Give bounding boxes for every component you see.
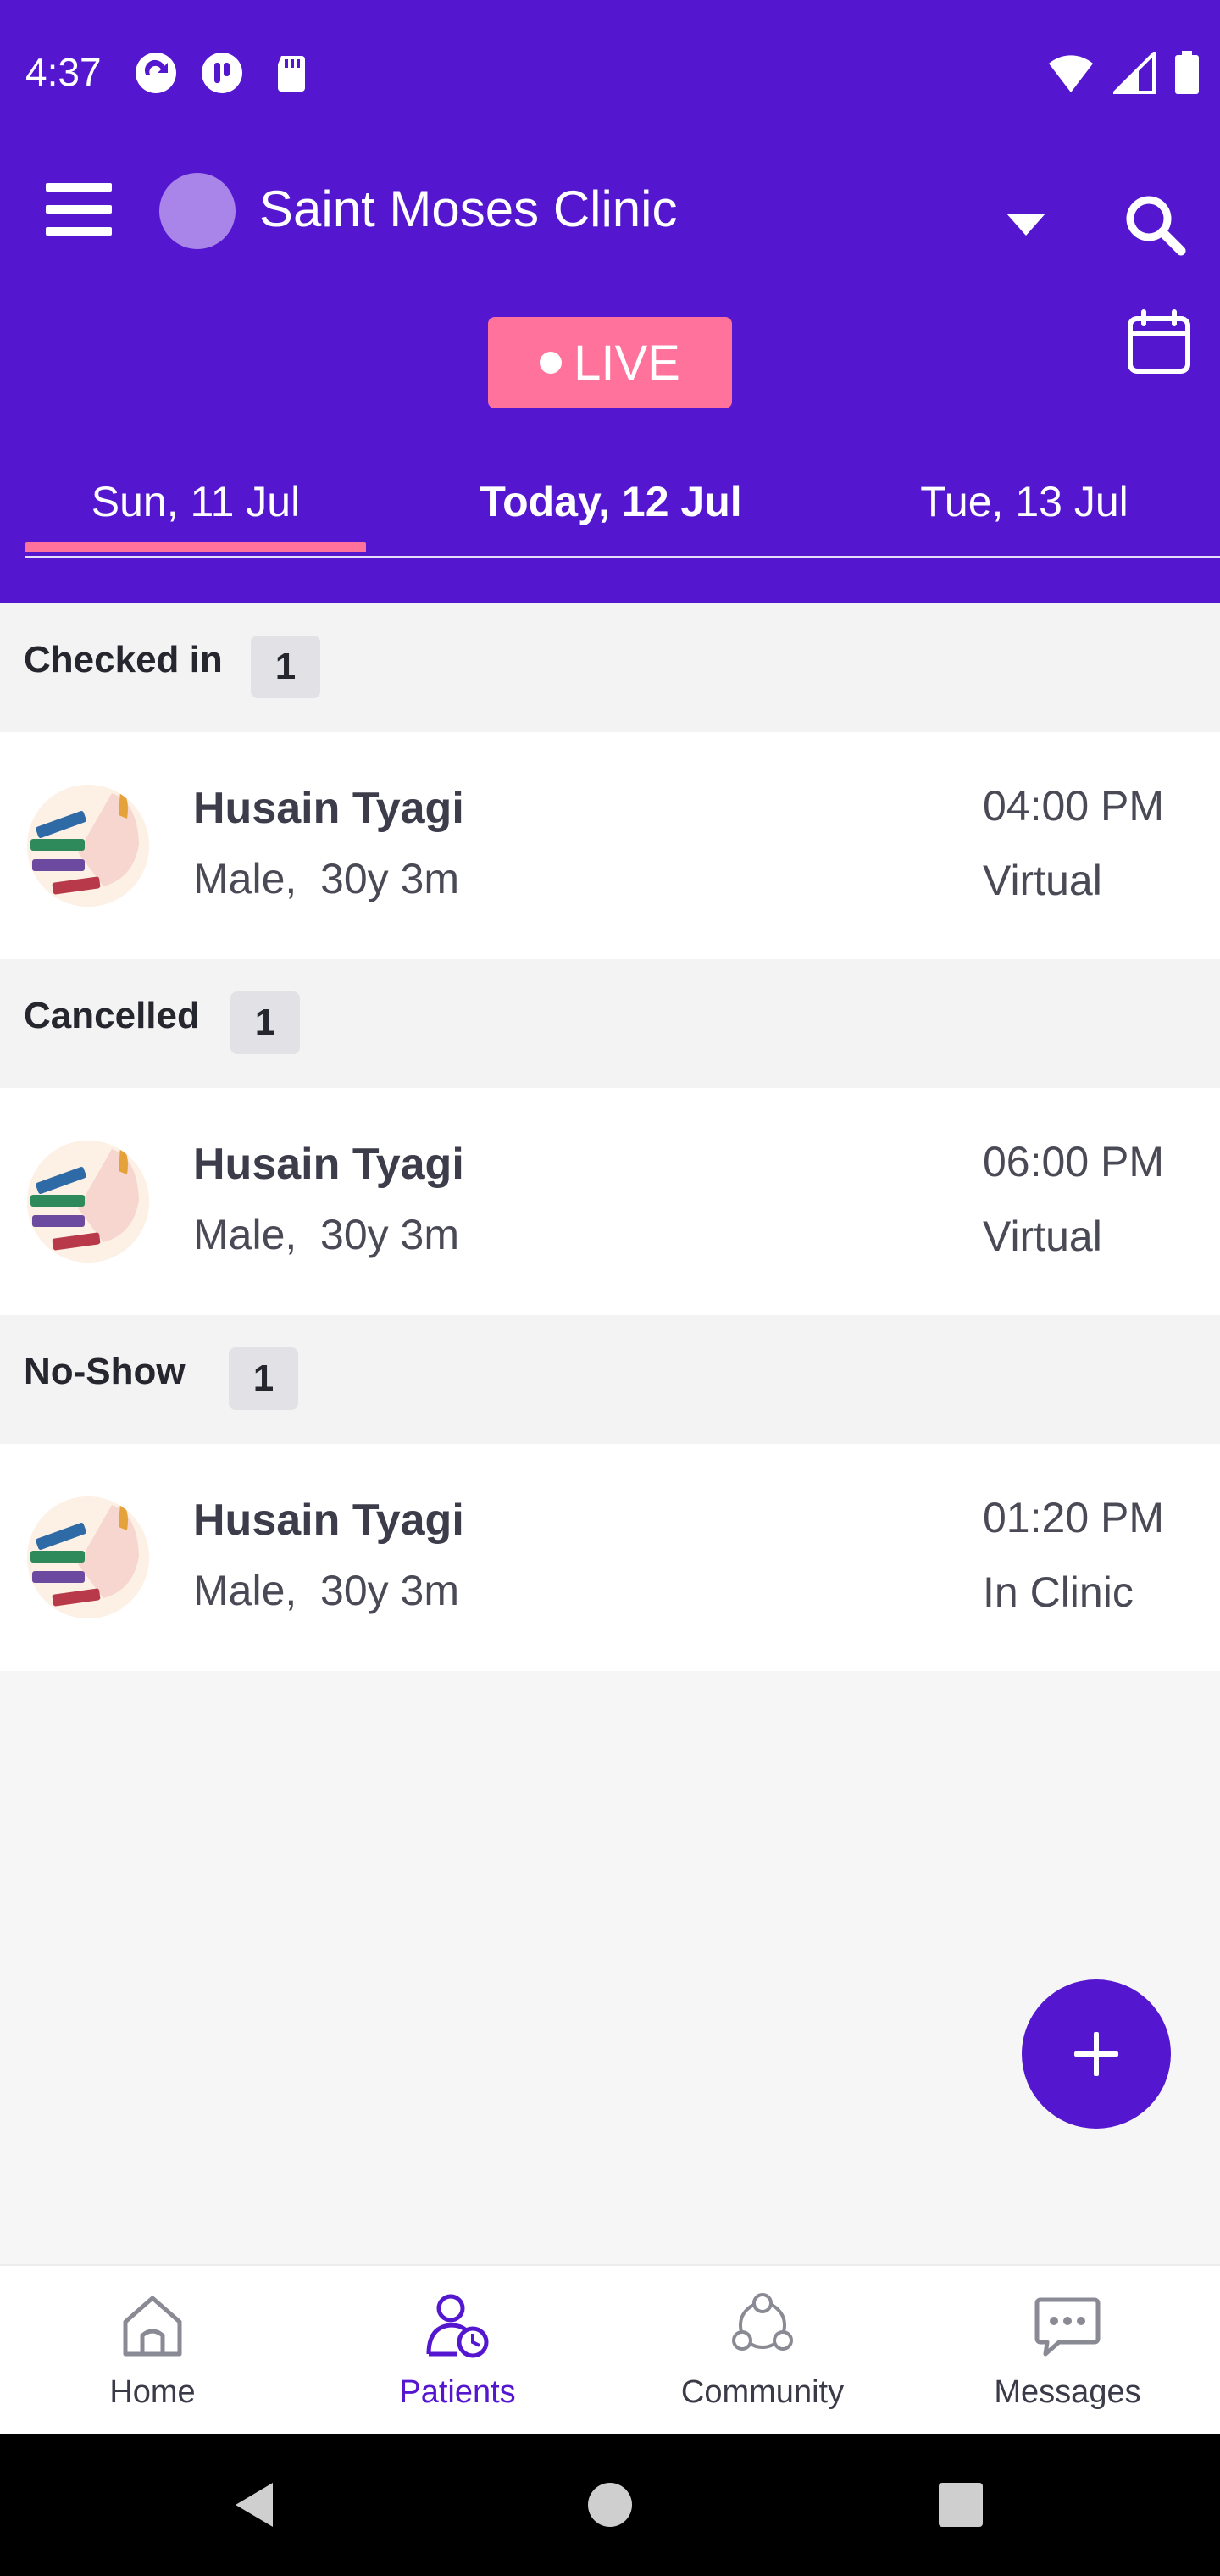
home-icon	[123, 2296, 182, 2357]
nav-label: Home	[109, 2374, 196, 2410]
bottom-navigation: Home Patients Community Messages	[0, 2264, 1220, 2434]
patient-row[interactable]: Husain Tyagi Male, 30y 3m 04:00 PM Virtu…	[0, 732, 1220, 959]
wifi-icon	[1049, 55, 1093, 92]
live-button[interactable]: LIVE	[488, 317, 732, 408]
home-circle-icon[interactable]	[586, 2481, 634, 2529]
appointment-time: 01:20 PM	[983, 1494, 1165, 1541]
appointment-time: 06:00 PM	[983, 1138, 1165, 1185]
app-notification-icon	[202, 53, 242, 93]
sync-app-icon	[136, 53, 176, 93]
appointment-type: Virtual	[983, 1213, 1102, 1260]
clinic-dropdown-icon[interactable]	[1005, 210, 1047, 239]
nav-label: Patients	[399, 2374, 516, 2410]
section-header-checked-in: Checked in 1	[0, 603, 1220, 732]
community-icon	[732, 2293, 793, 2351]
patients-icon	[426, 2294, 489, 2358]
plus-icon	[1074, 2032, 1118, 2076]
clinic-avatar[interactable]	[159, 173, 236, 249]
clinic-name[interactable]: Saint Moses Clinic	[259, 180, 678, 238]
patient-info: Male, 30y 3m	[193, 1567, 460, 1614]
cellular-signal-icon	[1113, 52, 1156, 94]
nav-label: Community	[680, 2374, 845, 2410]
section-header-no-show: No-Show 1	[0, 1315, 1220, 1444]
app-header: Saint Moses Clinic LIVE Sun, 11 Jul Toda…	[0, 144, 1220, 603]
sd-card-icon	[278, 56, 305, 92]
section-title: Checked in	[24, 639, 223, 680]
appointment-type: Virtual	[983, 857, 1102, 904]
back-icon[interactable]	[230, 2479, 281, 2530]
live-dot-icon	[540, 352, 563, 374]
patient-info: Male, 30y 3m	[193, 1211, 460, 1258]
live-label: LIVE	[574, 335, 680, 391]
system-navigation-bar	[0, 2434, 1220, 2576]
section-count-badge: 1	[230, 991, 300, 1054]
section-count-badge: 1	[229, 1347, 298, 1410]
tab-label: Sun, 11 Jul	[91, 478, 301, 525]
appointment-time: 04:00 PM	[983, 782, 1165, 830]
messages-icon	[1034, 2297, 1101, 2357]
add-appointment-button[interactable]	[1022, 1979, 1171, 2129]
calendar-icon[interactable]	[1125, 308, 1193, 376]
tab-label: Tue, 13 Jul	[920, 478, 1128, 525]
nav-patients[interactable]: Patients	[305, 2266, 610, 2435]
nav-messages[interactable]: Messages	[915, 2266, 1220, 2435]
patient-name: Husain Tyagi	[193, 784, 464, 833]
tab-divider	[25, 556, 1220, 558]
tab-date-today-12-jul[interactable]: Today, 12 Jul	[441, 441, 781, 563]
section-count-badge: 1	[251, 636, 320, 698]
patient-info: Male, 30y 3m	[193, 855, 460, 902]
hamburger-menu-icon[interactable]	[46, 180, 112, 239]
tab-label: Today, 12 Jul	[480, 478, 742, 525]
section-title: No-Show	[24, 1351, 186, 1392]
patient-avatar	[27, 1141, 149, 1263]
tab-selected-indicator	[25, 542, 366, 552]
nav-community[interactable]: Community	[610, 2266, 915, 2435]
battery-icon	[1175, 51, 1199, 94]
section-header-cancelled: Cancelled 1	[0, 959, 1220, 1088]
patient-avatar	[27, 1496, 149, 1618]
appointment-type: In Clinic	[983, 1568, 1134, 1616]
patient-name: Husain Tyagi	[193, 1496, 464, 1545]
patient-avatar	[27, 785, 149, 907]
status-bar: 4:37	[0, 0, 1220, 144]
nav-label: Messages	[994, 2374, 1141, 2410]
patient-name: Husain Tyagi	[193, 1140, 464, 1189]
patient-row[interactable]: Husain Tyagi Male, 30y 3m 01:20 PM In Cl…	[0, 1444, 1220, 1671]
section-title: Cancelled	[24, 995, 200, 1036]
nav-home[interactable]: Home	[0, 2266, 305, 2435]
recents-icon[interactable]	[937, 2481, 984, 2529]
status-time: 4:37	[25, 50, 102, 94]
tab-date-tue-13-jul[interactable]: Tue, 13 Jul	[854, 441, 1195, 563]
patient-row[interactable]: Husain Tyagi Male, 30y 3m 06:00 PM Virtu…	[0, 1088, 1220, 1315]
search-icon[interactable]	[1122, 192, 1186, 256]
